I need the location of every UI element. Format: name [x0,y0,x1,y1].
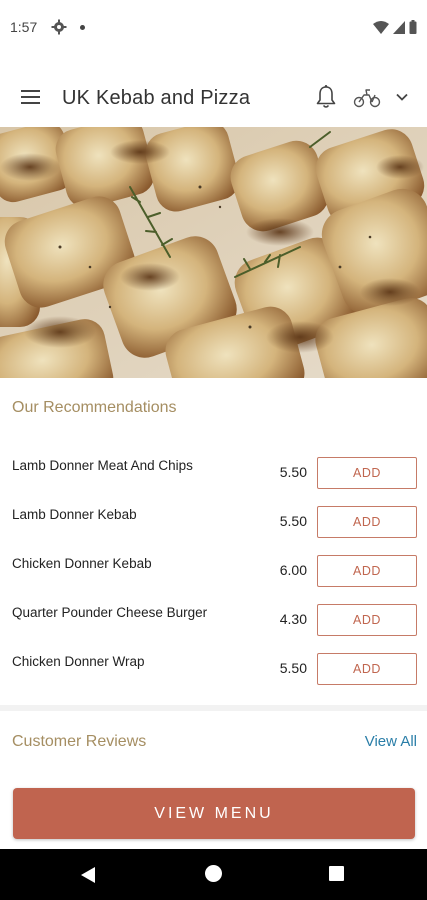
signal-icon [393,20,405,34]
view-menu-button[interactable]: VIEW MENU [13,788,415,839]
status-icons [373,18,417,36]
recents-icon[interactable] [329,866,344,881]
item-price: 5.50 [279,464,307,480]
system-nav-bar [0,849,427,900]
back-icon[interactable] [80,866,96,884]
add-button[interactable]: ADD [317,653,417,685]
battery-icon [409,20,417,34]
recommendations-title: Our Recommendations [12,399,177,416]
scooter-icon[interactable] [353,87,381,109]
bell-icon[interactable] [314,84,338,110]
list-item: Chicken Donner Kebab 6.00 ADD [0,555,427,587]
add-button[interactable]: ADD [317,555,417,587]
list-item: Lamb Donner Meat And Chips 5.50 ADD [0,457,427,489]
hero-image [0,127,427,378]
list-item: Quarter Pounder Cheese Burger 4.30 ADD [0,604,427,636]
item-name: Lamb Donner Kebab [12,507,137,522]
item-price: 4.30 [279,611,307,627]
item-price: 6.00 [279,562,307,578]
status-time: 1:57 [10,19,38,35]
chevron-down-icon[interactable] [394,89,410,105]
menu-icon[interactable] [20,88,42,106]
item-name: Lamb Donner Meat And Chips [12,458,193,473]
section-divider [0,705,427,711]
home-icon[interactable] [205,865,222,882]
item-name: Chicken Donner Wrap [12,654,145,669]
settings-icon [51,19,67,35]
wifi-icon [373,20,389,34]
app-bar: UK Kebab and Pizza [0,56,427,130]
reviews-title: Customer Reviews [12,733,147,750]
add-button[interactable]: ADD [317,604,417,636]
item-price: 5.50 [279,513,307,529]
app-title: UK Kebab and Pizza [62,87,251,109]
list-item: Lamb Donner Kebab 5.50 ADD [0,506,427,538]
view-all-link[interactable]: View All [365,733,417,750]
notification-dot-icon [80,25,85,30]
list-item: Chicken Donner Wrap 5.50 ADD [0,653,427,685]
add-button[interactable]: ADD [317,506,417,538]
item-price: 5.50 [279,660,307,676]
item-name: Quarter Pounder Cheese Burger [12,605,208,620]
item-name: Chicken Donner Kebab [12,556,152,571]
status-bar: 1:57 [0,0,427,56]
add-button[interactable]: ADD [317,457,417,489]
